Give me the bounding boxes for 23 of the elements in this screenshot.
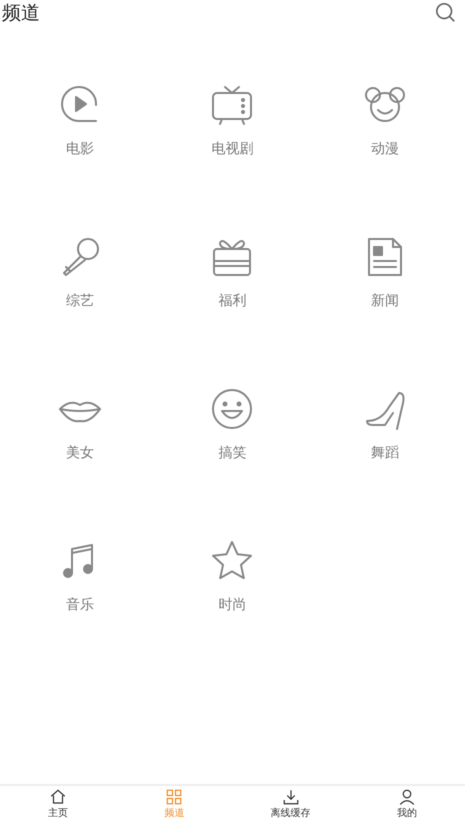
channel-label[interactable]: 电视剧	[211, 140, 254, 158]
tab-item[interactable]: 离线缓存	[232, 786, 349, 822]
channel-label[interactable]: 音乐	[66, 596, 94, 614]
tab-item[interactable]: 主页	[0, 786, 116, 822]
download-icon	[282, 788, 300, 806]
grid-icon	[165, 788, 184, 806]
tv-icon	[210, 83, 254, 127]
channel-label[interactable]: 搞笑	[218, 444, 246, 462]
home-icon	[49, 788, 68, 806]
page-title: 频道	[2, 0, 40, 26]
channel-label[interactable]: 新闻	[370, 292, 399, 310]
tab-item[interactable]: 频道	[116, 786, 232, 822]
channel-label[interactable]: 电影	[66, 140, 94, 158]
search-icon[interactable]	[435, 2, 457, 24]
channel-label[interactable]: 舞蹈	[370, 444, 399, 462]
channel-label[interactable]: 美女	[66, 444, 94, 462]
channel-label[interactable]: 动漫	[370, 140, 399, 158]
person-icon	[398, 788, 416, 806]
channel-label[interactable]: 时尚	[218, 596, 246, 614]
tab-item[interactable]: 我的	[348, 786, 465, 822]
smiley-icon	[210, 387, 254, 431]
channel-label[interactable]: 福利	[218, 292, 246, 310]
channel-label[interactable]: 综艺	[66, 292, 94, 310]
